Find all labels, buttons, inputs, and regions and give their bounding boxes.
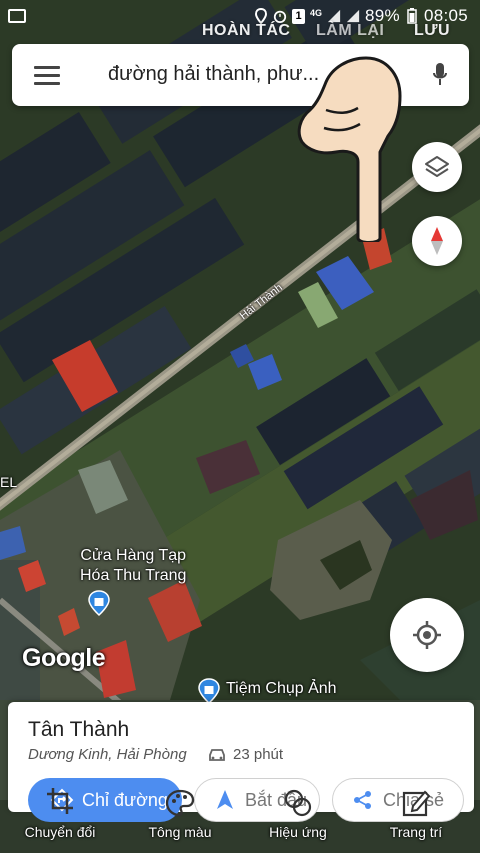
save-button[interactable]: LƯU: [414, 22, 450, 42]
effects-circles-icon: [284, 789, 312, 817]
car-icon: [209, 749, 225, 761]
layers-button[interactable]: [412, 142, 462, 192]
drive-time: 23 phút: [233, 746, 284, 763]
network-type: 4G: [310, 8, 323, 18]
poi-store-line1: Cửa Hàng Tạp: [80, 547, 187, 564]
editor-tone-label: Tông màu: [148, 824, 212, 840]
pointing-hand-icon: [297, 56, 402, 242]
place-subtitle: Dương Kinh, Hải Phòng: [28, 746, 187, 763]
layers-icon: [425, 156, 449, 177]
microphone-icon[interactable]: [433, 62, 447, 88]
editor-transform-label: Chuyển đổi: [24, 824, 96, 840]
gallery-icon: [8, 9, 26, 23]
crosshair-icon: [413, 621, 441, 649]
poi-label-store[interactable]: Cửa Hàng Tạp Hóa Thu Trang: [80, 546, 186, 586]
shopping-bag-pin-icon[interactable]: [88, 590, 110, 616]
editor-toolbar: Chuyển đổi Tông màu Hiệu ứng Trang trí: [0, 776, 480, 853]
decorate-pen-icon: [402, 790, 431, 817]
compass-button[interactable]: [412, 216, 462, 266]
undo-button[interactable]: HOÀN TÁC: [202, 22, 290, 42]
my-location-button[interactable]: [390, 598, 464, 672]
editor-transform-button[interactable]: Chuyển đổi: [10, 776, 110, 840]
editor-tone-button[interactable]: Tông màu: [130, 776, 230, 840]
place-title: Tân Thành: [28, 718, 130, 741]
menu-icon[interactable]: [34, 66, 60, 85]
google-logo: Google: [22, 644, 106, 672]
poi-label-photo[interactable]: Tiệm Chụp Ảnh: [226, 680, 337, 698]
editor-effects-label: Hiệu ứng: [269, 824, 327, 840]
compass-icon: [431, 227, 443, 255]
notification-badge: 1: [292, 8, 305, 24]
editor-decorate-button[interactable]: Trang trí: [366, 776, 466, 840]
editor-decorate-label: Trang trí: [389, 824, 443, 840]
crop-rotate-icon: [47, 788, 73, 814]
poi-store-line2: Hóa Thu Trang: [80, 567, 187, 584]
editor-effects-button[interactable]: Hiệu ứng: [248, 776, 348, 840]
edge-label: EL: [0, 474, 18, 490]
redo-button[interactable]: LÀM LẠI: [316, 22, 384, 42]
camera-pin-icon[interactable]: [198, 678, 220, 704]
palette-icon: [165, 789, 195, 817]
